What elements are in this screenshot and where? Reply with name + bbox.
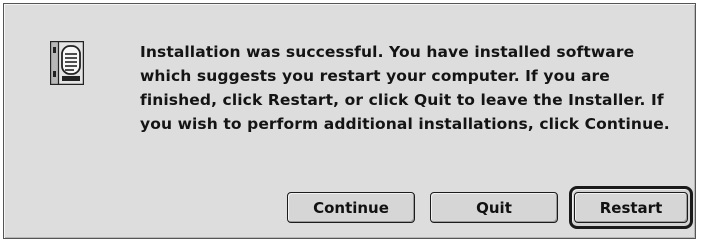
continue-button[interactable]: Continue — [287, 192, 415, 223]
restart-button[interactable]: Restart — [574, 192, 688, 223]
dialog-message: Installation was successful. You have in… — [140, 43, 670, 133]
alert-note-icon — [50, 41, 84, 85]
quit-button[interactable]: Quit — [430, 192, 558, 223]
install-complete-dialog: Installation was successful. You have in… — [3, 3, 696, 239]
